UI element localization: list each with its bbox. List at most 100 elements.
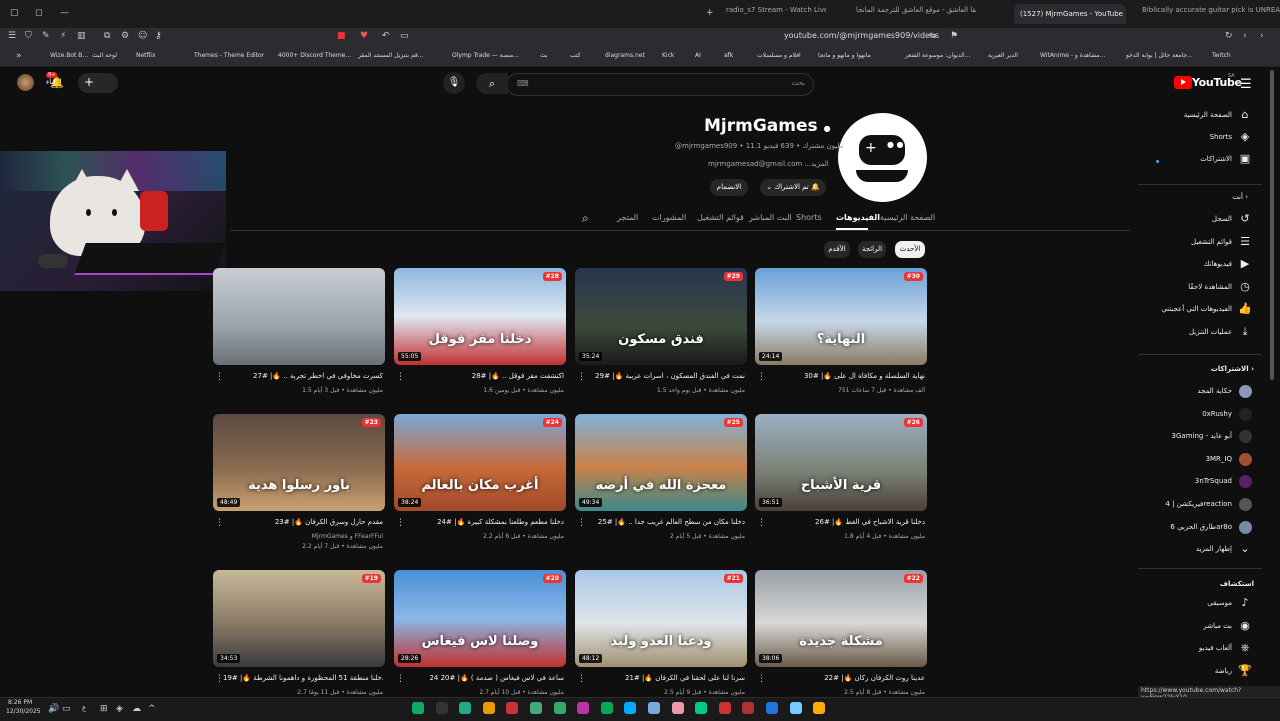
video-thumbnail[interactable]: #19 34:53 bbox=[213, 570, 385, 667]
notifications-button[interactable]: 🔔 9+ bbox=[46, 72, 64, 90]
sidebar-item[interactable]: المشاهدة لاحقًا ◷ bbox=[1138, 278, 1262, 298]
video-thumbnail[interactable]: أغرب مكان بالعالم #24 38:24 bbox=[394, 414, 566, 511]
join-button[interactable]: الانضمام bbox=[710, 179, 748, 196]
video-thumbnail[interactable] bbox=[213, 268, 385, 365]
tray-icon[interactable]: ⊞ bbox=[100, 704, 108, 714]
site-settings-icon[interactable]: ⇋ bbox=[929, 31, 937, 41]
more-options-icon[interactable]: ⋮ bbox=[577, 372, 586, 382]
taskbar-app-icon[interactable] bbox=[718, 702, 731, 714]
video-title[interactable]: مقدم حارل وسرق الكرفان 🔥| #23 bbox=[223, 518, 383, 526]
workspaces-icon[interactable]: ▢ bbox=[10, 8, 19, 18]
extension-red-icon[interactable]: ■ bbox=[337, 31, 346, 41]
bookmark-item[interactable]: Themes - Theme Editor bbox=[194, 52, 264, 59]
more-options-icon[interactable]: ⋮ bbox=[757, 372, 766, 382]
channel-email-more[interactable]: mjrmgamesad@gmail.com ...المزيد bbox=[708, 160, 829, 168]
taskbar-app-icon[interactable] bbox=[742, 702, 755, 714]
bookmark-item[interactable]: 4000+ Discord Theme... bbox=[278, 52, 351, 59]
more-options-icon[interactable]: ⋮ bbox=[396, 372, 405, 382]
sync-icon[interactable]: ⚡ bbox=[60, 31, 66, 41]
video-thumbnail[interactable]: وصلنا لاس فيغاس #20 28:26 bbox=[394, 570, 566, 667]
video-thumbnail[interactable]: دخلنا مقر قوقل #28 55:05 bbox=[394, 268, 566, 365]
tray-app-icon[interactable]: ◈ bbox=[116, 704, 123, 714]
create-button[interactable]: + إنشاء bbox=[46, 73, 118, 93]
tray-cloud-icon[interactable]: ☁ bbox=[132, 704, 141, 714]
video-collaborators[interactable]: MjrmGames و FFearFFul bbox=[223, 533, 383, 540]
screenshot-icon[interactable]: ⧉ bbox=[104, 31, 110, 41]
taskbar-app-icon[interactable] bbox=[766, 702, 778, 714]
search-button[interactable]: ⌕ bbox=[476, 73, 508, 94]
language-indicator[interactable]: ع bbox=[82, 704, 86, 712]
video-title[interactable]: دخلنا قرية الاشباح في الغط 🔥| #26 bbox=[765, 518, 925, 526]
clock-time[interactable]: 8:26 PM bbox=[8, 699, 32, 706]
taskbar-app-icon[interactable] bbox=[789, 702, 802, 714]
video-title[interactable]: عدينا روث الكرفان ركان 🔥| #22 bbox=[765, 674, 925, 682]
taskbar-app-icon[interactable] bbox=[506, 702, 519, 714]
more-options-icon[interactable]: ⋮ bbox=[215, 372, 224, 382]
sort-chip[interactable]: الرائجة bbox=[858, 241, 886, 258]
keyboard-icon[interactable]: ⌨ bbox=[517, 79, 529, 88]
bookmark-item[interactable]: جامعة حائل | بوابة الدخو... bbox=[1126, 52, 1193, 59]
sort-chip[interactable]: الأحدث bbox=[895, 241, 925, 258]
volume-icon[interactable]: 🔊 bbox=[48, 704, 59, 714]
subscription-item[interactable]: حكاية المجد bbox=[1138, 382, 1262, 402]
sidebar-toggle-icon[interactable]: ▥ bbox=[77, 31, 86, 41]
back-icon[interactable]: ‹ bbox=[1243, 31, 1247, 41]
sidebar-item[interactable]: السجل ↺ bbox=[1138, 210, 1262, 230]
subscription-item[interactable]: طارق الحربي 6ar8o bbox=[1138, 518, 1262, 538]
browser-tab[interactable]: (1527) MjrmGames - YouTube bbox=[1014, 4, 1126, 24]
taskbar-app-icon[interactable] bbox=[553, 702, 566, 714]
tab-actions-icon[interactable]: ◻ bbox=[35, 8, 42, 18]
chevron-up-icon[interactable]: ^ bbox=[148, 704, 156, 714]
show-more-button[interactable]: إظهار المزيد ⌄ bbox=[1138, 540, 1262, 560]
channel-tab[interactable]: الفيديوهات bbox=[836, 213, 880, 222]
sidebar-item[interactable]: عمليات التنزيل ⤓ bbox=[1138, 323, 1262, 343]
bookmark-item[interactable]: الديوان: موسوعة الشعر... bbox=[905, 52, 970, 59]
browser-tab[interactable]: Biblically accurate guitar pick is UNREA… bbox=[1142, 6, 1280, 22]
subscription-item[interactable]: 3MR_IQ bbox=[1138, 450, 1262, 470]
bookmark-item[interactable]: Twitch bbox=[1212, 52, 1231, 59]
bookmark-item[interactable]: diagrams.net bbox=[605, 52, 645, 59]
channel-tab[interactable]: Shorts bbox=[796, 213, 822, 222]
video-title[interactable]: كسرت مخاوفي في اخطر تجربة .. 🔥| #27 bbox=[223, 372, 383, 380]
bookmark-item[interactable]: afk bbox=[724, 52, 733, 59]
channel-tab[interactable]: المتجر bbox=[617, 213, 638, 222]
more-options-icon[interactable]: ⋮ bbox=[396, 674, 405, 684]
video-thumbnail[interactable]: معجزة الله في أرضه #25 49:34 bbox=[575, 414, 747, 511]
sidebar-item[interactable]: موسيقى ♪ bbox=[1138, 594, 1262, 614]
sidebar-item[interactable]: الفيديوهات التي أعجبتني 👍 bbox=[1138, 300, 1262, 320]
taskbar-app-icon[interactable] bbox=[530, 702, 542, 714]
tab-search-icon[interactable]: — bbox=[60, 8, 69, 18]
subscription-item[interactable]: 3nTrSquad bbox=[1138, 472, 1262, 492]
video-thumbnail[interactable]: ودعنا العدو وليد #21 48:12 bbox=[575, 570, 747, 667]
person-icon[interactable]: ☺ bbox=[138, 31, 147, 41]
channel-tab[interactable]: البث المباشر bbox=[749, 213, 792, 222]
taskbar-app-icon[interactable] bbox=[577, 702, 590, 714]
sidebar-item[interactable]: قوائم التشغيل ☰ bbox=[1138, 233, 1262, 253]
video-title[interactable]: نمت في الفندق المسكون ، اسرات عربية 🔥| #… bbox=[585, 372, 745, 380]
bookmark-item[interactable]: افلام و مسلسلات bbox=[757, 52, 801, 59]
more-options-icon[interactable]: ⋮ bbox=[215, 674, 224, 684]
url-field[interactable]: youtube.com/@mjrmgames909/videos bbox=[784, 31, 939, 40]
subs-section-header[interactable]: الاشتراكات › bbox=[1211, 365, 1254, 373]
subscribed-button[interactable]: ⌄ تم الاشتراك 🔔 bbox=[760, 179, 826, 196]
gear-icon[interactable]: ⚙ bbox=[121, 31, 129, 41]
menu-icon[interactable]: ☰ bbox=[8, 31, 16, 41]
bookmark-item[interactable]: مانهوا و مانهو و مانجا bbox=[818, 52, 871, 59]
video-title[interactable]: اكتشفت مقر قوقل .. 🔥| #28 bbox=[404, 372, 564, 380]
bookmark-item[interactable]: الدبر العبرية bbox=[988, 52, 1018, 59]
more-options-icon[interactable]: ⋮ bbox=[215, 518, 224, 528]
bookmark-item[interactable]: بث bbox=[540, 52, 548, 59]
subscription-item[interactable]: فيريكشن | 4reaction bbox=[1138, 495, 1262, 515]
extensions-icon[interactable]: ✎ bbox=[42, 31, 50, 41]
more-options-icon[interactable]: ⋮ bbox=[396, 518, 405, 528]
video-title[interactable]: دخلنا منطقة 51 المحظورة و داهمونا الشرطة… bbox=[223, 674, 383, 682]
sidebar-item[interactable]: فيديوهاتك ▶ bbox=[1138, 255, 1262, 275]
reader-icon[interactable]: ▭ bbox=[400, 31, 409, 41]
more-options-icon[interactable]: ⋮ bbox=[577, 674, 586, 684]
bookmark-item[interactable]: Kick bbox=[662, 52, 674, 59]
lock-icon[interactable]: ⚷ bbox=[155, 31, 162, 41]
taskbar-app-icon[interactable] bbox=[482, 702, 495, 714]
more-options-icon[interactable]: ⋮ bbox=[577, 518, 586, 528]
channel-tab[interactable]: الصفحة الرئيسية bbox=[880, 213, 935, 222]
forward-icon[interactable]: › bbox=[1260, 31, 1264, 41]
